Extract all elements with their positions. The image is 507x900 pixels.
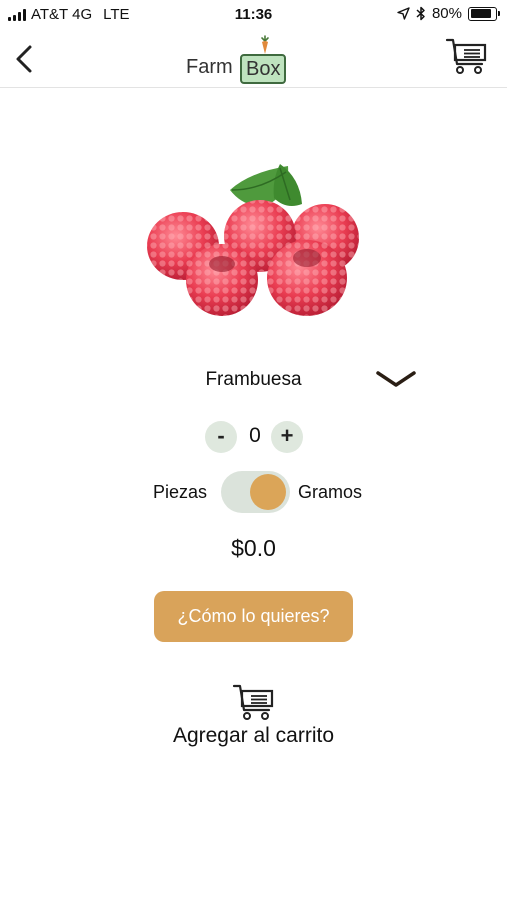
status-bar: AT&T 4G LTE 11:36 80% [0,0,507,30]
status-right: 80% [397,5,500,22]
product-price: $0.0 [231,535,276,561]
product-name: Frambuesa [205,369,302,390]
logo-word-farm: Farm [186,56,233,78]
chevron-down-icon [376,371,416,387]
product-dropdown[interactable] [374,368,418,392]
cart-button[interactable] [445,36,489,76]
carrot-icon [261,35,269,54]
battery-percent: 80% [431,5,462,22]
raspberry-image [147,164,359,316]
chevron-left-icon [16,45,32,73]
quantity-value: 0 [249,424,261,447]
add-to-cart-label[interactable]: Agregar al carrito [0,724,507,748]
battery-icon [468,6,500,21]
unit-toggle[interactable] [221,471,290,513]
cart-icon [445,38,487,74]
location-arrow-icon [397,7,410,20]
increase-quantity-button[interactable]: + [271,421,303,453]
raspberry-front-left [186,244,258,316]
logo-word-box: Box [240,54,287,84]
cart-icon [232,684,274,720]
decrease-quantity-button[interactable]: - [205,421,237,453]
unit-label-pieces: Piezas [153,482,208,502]
how-do-you-want-it-button[interactable]: ¿Cómo lo quieres? [154,591,353,642]
bluetooth-icon [416,6,425,21]
nav-bar: Farm Box [0,30,507,88]
unit-label-grams: Gramos [298,482,363,502]
toggle-knob [250,474,286,510]
raspberry-front-right [267,240,347,316]
farmbox-logo: Farm Box [186,32,296,84]
back-button[interactable] [8,38,44,78]
add-to-cart-button[interactable] [232,682,276,722]
